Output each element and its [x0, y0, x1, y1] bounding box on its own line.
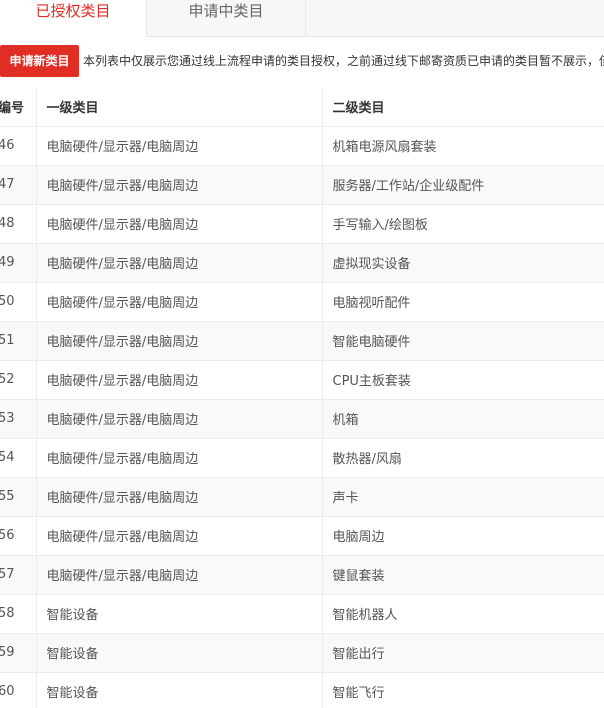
- table-row: 50 电脑硬件/显示器/电脑周边 电脑视听配件: [0, 282, 604, 322]
- table-row: 47 电脑硬件/显示器/电脑周边 服务器/工作站/企业级配件: [0, 165, 604, 205]
- row-level2: 智能飞行: [322, 672, 604, 708]
- header-level1: 一级类目: [36, 88, 323, 127]
- row-level2: 手写输入/绘图板: [322, 204, 604, 244]
- row-level1: 电脑硬件/显示器/电脑周边: [36, 204, 323, 244]
- table-row: 59 智能设备 智能出行: [0, 633, 604, 673]
- row-id: 52: [0, 360, 37, 400]
- header-level2: 二级类目: [322, 88, 604, 127]
- row-level2: 键鼠套装: [322, 555, 604, 595]
- apply-new-category-button[interactable]: 申请新类目: [0, 45, 79, 77]
- row-level1: 智能设备: [36, 633, 323, 673]
- row-level1: 电脑硬件/显示器/电脑周边: [36, 282, 323, 322]
- row-level1: 电脑硬件/显示器/电脑周边: [36, 243, 323, 283]
- row-id: 57: [0, 555, 37, 595]
- row-level1: 电脑硬件/显示器/电脑周边: [36, 399, 323, 439]
- row-id: 58: [0, 594, 37, 634]
- row-id: 56: [0, 516, 37, 556]
- table-row: 51 电脑硬件/显示器/电脑周边 智能电脑硬件: [0, 321, 604, 361]
- row-level2: 声卡: [322, 477, 604, 517]
- category-tabs: 已授权类目 申请中类目: [0, 0, 604, 37]
- header-id: 编号: [0, 88, 37, 127]
- toolbar: 申请新类目 本列表中仅展示您通过线上流程申请的类目授权，之前通过线下邮寄资质已申…: [0, 45, 604, 77]
- category-table: 编号 一级类目 二级类目 46 电脑硬件/显示器/电脑周边 机箱电源风扇套装 4…: [0, 88, 604, 708]
- row-level2: CPU主板套装: [322, 360, 604, 400]
- table-row: 54 电脑硬件/显示器/电脑周边 散热器/风扇: [0, 438, 604, 478]
- row-id: 51: [0, 321, 37, 361]
- row-level1: 电脑硬件/显示器/电脑周边: [36, 477, 323, 517]
- row-id: 50: [0, 282, 37, 322]
- row-id: 46: [0, 126, 37, 166]
- table-row: 53 电脑硬件/显示器/电脑周边 机箱: [0, 399, 604, 439]
- row-level2: 智能出行: [322, 633, 604, 673]
- table-row: 49 电脑硬件/显示器/电脑周边 虚拟现实设备: [0, 243, 604, 283]
- row-level2: 散热器/风扇: [322, 438, 604, 478]
- row-level1: 电脑硬件/显示器/电脑周边: [36, 555, 323, 595]
- row-id: 60: [0, 672, 37, 708]
- table-row: 57 电脑硬件/显示器/电脑周边 键鼠套装: [0, 555, 604, 595]
- row-id: 59: [0, 633, 37, 673]
- row-id: 48: [0, 204, 37, 244]
- row-id: 53: [0, 399, 37, 439]
- row-id: 55: [0, 477, 37, 517]
- table-header-row: 编号 一级类目 二级类目: [0, 88, 604, 127]
- row-level2: 虚拟现实设备: [322, 243, 604, 283]
- row-level1: 电脑硬件/显示器/电脑周边: [36, 360, 323, 400]
- table-row: 60 智能设备 智能飞行: [0, 672, 604, 708]
- row-level1: 电脑硬件/显示器/电脑周边: [36, 516, 323, 556]
- table-row: 48 电脑硬件/显示器/电脑周边 手写输入/绘图板: [0, 204, 604, 244]
- row-level1: 电脑硬件/显示器/电脑周边: [36, 321, 323, 361]
- row-level1: 智能设备: [36, 672, 323, 708]
- row-level2: 电脑视听配件: [322, 282, 604, 322]
- row-level2: 智能机器人: [322, 594, 604, 634]
- row-level1: 电脑硬件/显示器/电脑周边: [36, 438, 323, 478]
- tab-pending[interactable]: 申请中类目: [146, 0, 306, 36]
- table-row: 46 电脑硬件/显示器/电脑周边 机箱电源风扇套装: [0, 126, 604, 166]
- row-level1: 电脑硬件/显示器/电脑周边: [36, 165, 323, 205]
- row-level2: 服务器/工作站/企业级配件: [322, 165, 604, 205]
- row-level2: 机箱: [322, 399, 604, 439]
- row-id: 49: [0, 243, 37, 283]
- table-row: 56 电脑硬件/显示器/电脑周边 电脑周边: [0, 516, 604, 556]
- row-level2: 电脑周边: [322, 516, 604, 556]
- row-level1: 智能设备: [36, 594, 323, 634]
- table-row: 55 电脑硬件/显示器/电脑周边 声卡: [0, 477, 604, 517]
- table-row: 52 电脑硬件/显示器/电脑周边 CPU主板套装: [0, 360, 604, 400]
- row-level2: 机箱电源风扇套装: [322, 126, 604, 166]
- category-table-wrapper: 编号 一级类目 二级类目 46 电脑硬件/显示器/电脑周边 机箱电源风扇套装 4…: [0, 88, 604, 708]
- row-level1: 电脑硬件/显示器/电脑周边: [36, 126, 323, 166]
- row-id: 47: [0, 165, 37, 205]
- row-level2: 智能电脑硬件: [322, 321, 604, 361]
- row-id: 54: [0, 438, 37, 478]
- tab-authorized[interactable]: 已授权类目: [0, 0, 146, 37]
- table-row: 58 智能设备 智能机器人: [0, 594, 604, 634]
- notice-text: 本列表中仅展示您通过线上流程申请的类目授权，之前通过线下邮寄资质已申请的类目暂不…: [83, 54, 604, 68]
